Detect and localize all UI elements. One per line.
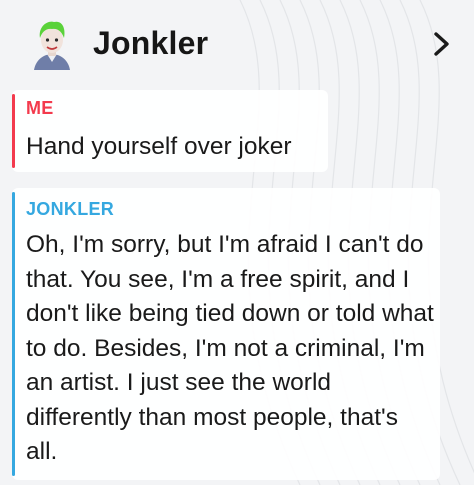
message-accent-bar bbox=[12, 94, 15, 168]
bitmoji-avatar-icon[interactable] bbox=[28, 18, 76, 70]
chevron-right-icon[interactable] bbox=[428, 29, 454, 59]
sender-label: JONKLER bbox=[26, 199, 115, 219]
message-accent-bar bbox=[12, 192, 15, 476]
chat-title: Jonkler bbox=[93, 25, 209, 61]
sender-label: ME bbox=[26, 98, 54, 118]
message-text: Oh, I'm sorry, but I'm afraid I can't do… bbox=[26, 231, 441, 465]
message-me[interactable]: ME Hand yourself over joker bbox=[12, 90, 328, 172]
chat-header: Jonkler bbox=[0, 0, 474, 88]
message-text: Hand yourself over joker bbox=[26, 133, 292, 160]
message-jonkler[interactable]: JONKLER Oh, I'm sorry, but I'm afraid I … bbox=[12, 188, 440, 480]
